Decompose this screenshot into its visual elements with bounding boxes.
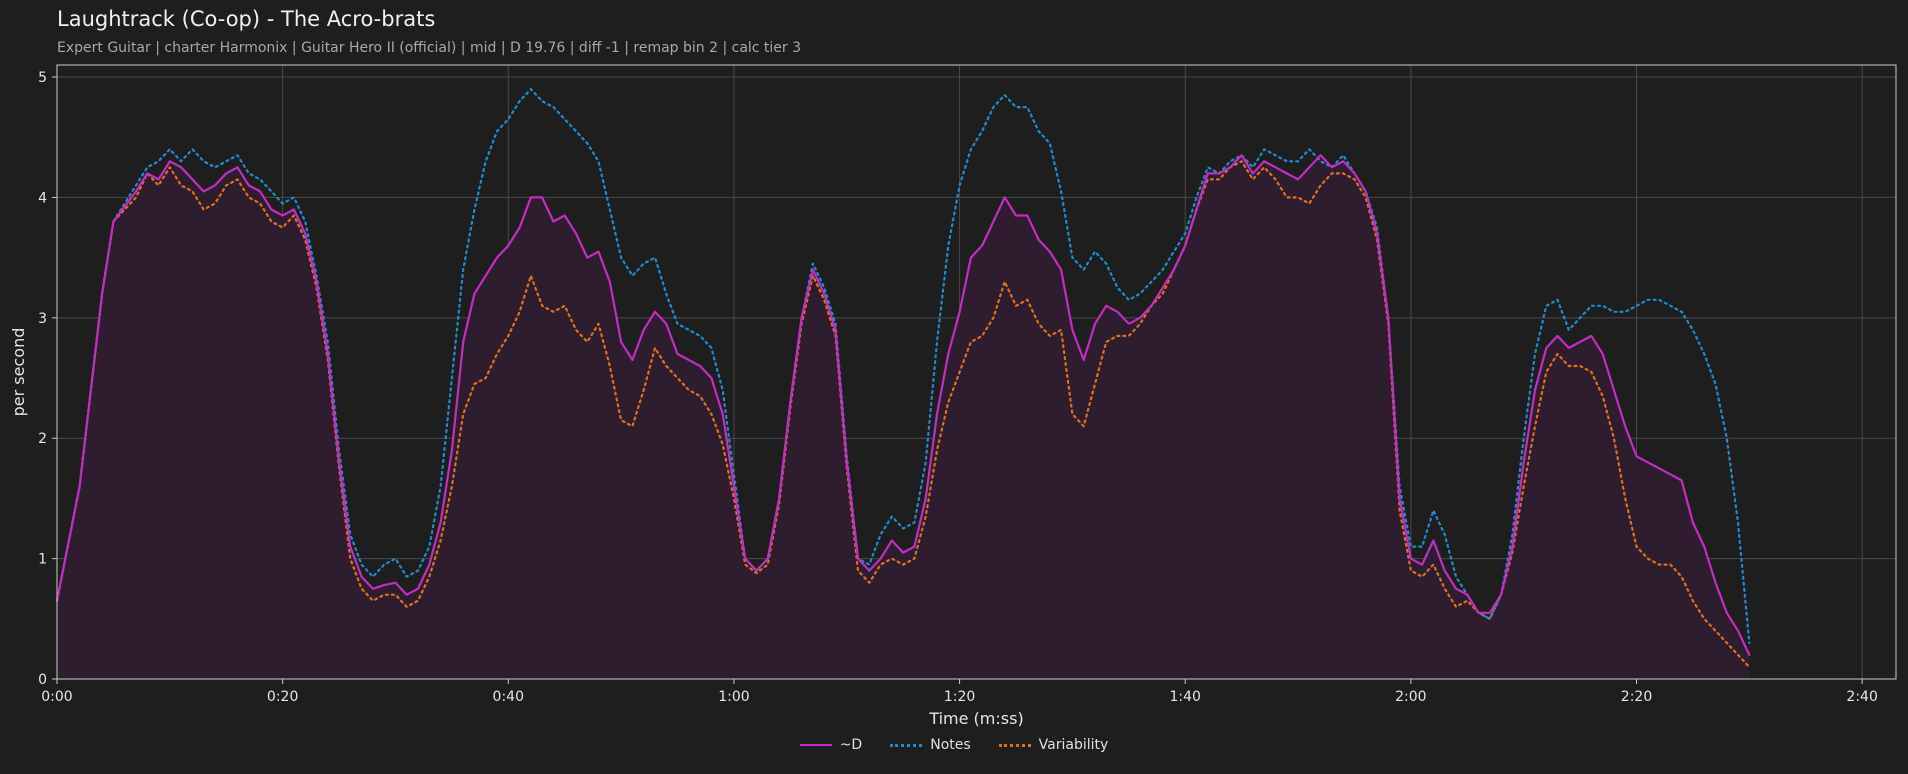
legend-label-notes: Notes — [930, 737, 971, 753]
y-tick-label: 1 — [38, 552, 47, 568]
y-tick-label: 4 — [38, 190, 47, 206]
x-tick-label: 0:40 — [493, 689, 524, 705]
y-tick-label: 0 — [38, 672, 47, 688]
legend-item-notes: Notes — [890, 737, 971, 753]
x-axis-label: Time (m:ss) — [928, 709, 1023, 728]
x-tick-label: 1:20 — [944, 689, 975, 705]
legend-swatch-notes — [890, 743, 923, 747]
legend-swatch-variability — [998, 743, 1031, 747]
y-axis-label: per second — [9, 328, 28, 417]
y-tick-label: 3 — [38, 311, 47, 327]
x-tick-label: 2:40 — [1846, 689, 1877, 705]
x-tick-label: 1:40 — [1169, 689, 1200, 705]
x-tick-label: 1:00 — [718, 689, 749, 705]
legend-item-variability: Variability — [998, 737, 1109, 753]
legend-item-d: ~D — [799, 737, 863, 753]
line-chart: 0:00 0:20 0:40 1:00 1:20 1:40 2:00 2:20 2:40 0 1 2 3… — [9, 64, 1897, 728]
y-tick-label: 2 — [38, 431, 47, 447]
x-tick-label: 2:00 — [1395, 689, 1426, 705]
x-tick-label: 0:00 — [41, 689, 72, 705]
legend-swatch-d — [799, 744, 832, 746]
x-tick-label: 2:20 — [1621, 689, 1652, 705]
legend-label-variability: Variability — [1038, 737, 1109, 753]
chart-legend: ~D Notes Variability — [0, 737, 1908, 753]
legend-label-d: ~D — [839, 737, 863, 753]
y-tick-label: 5 — [38, 70, 47, 86]
x-tick-label: 0:20 — [267, 689, 298, 705]
